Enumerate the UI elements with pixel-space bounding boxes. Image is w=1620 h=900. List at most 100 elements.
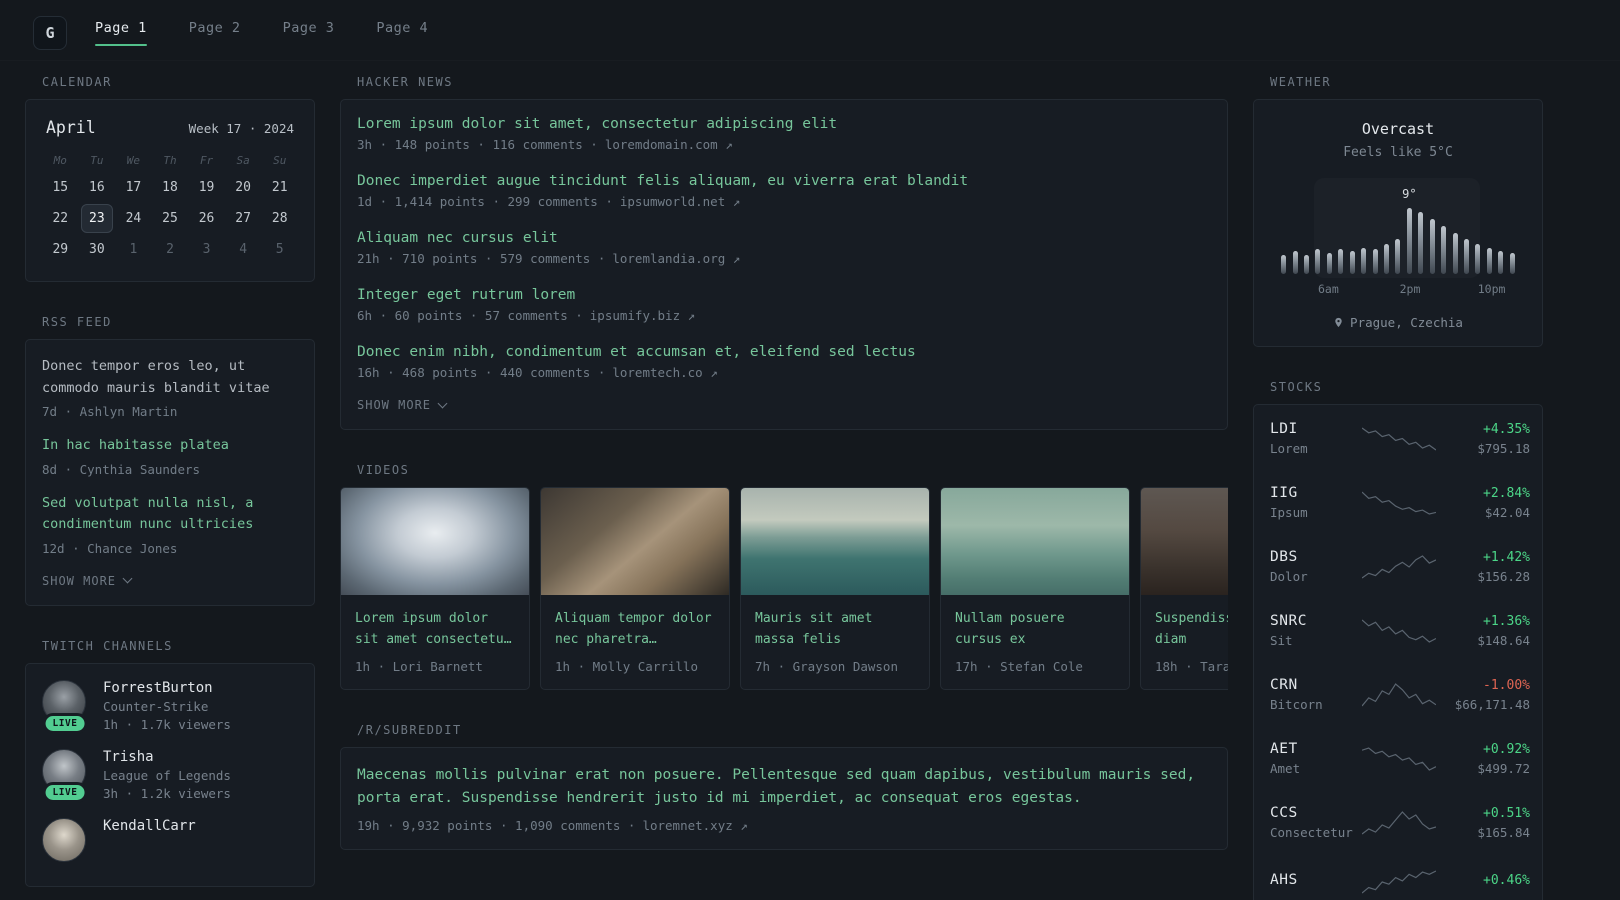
app-logo[interactable]: G [33, 16, 67, 50]
video-title[interactable]: Lorem ipsum dolor sit amet consectetu… [355, 608, 515, 651]
weather-bar [1358, 186, 1369, 274]
calendar-date: 18 [162, 180, 178, 195]
stock-values: +4.35% $795.18 [1444, 422, 1530, 456]
twitch-channel-name: KendallCarr [103, 817, 196, 834]
twitch-channel[interactable]: KendallCarr [42, 817, 298, 870]
subreddit-post-title[interactable]: Maecenas mollis pulvinar erat non posuer… [357, 764, 1211, 810]
stock-price: $795.18 [1477, 440, 1530, 456]
stock-symbol: CRN [1270, 677, 1298, 693]
calendar-date: 22 [52, 211, 69, 226]
tab-page-3[interactable]: Page 3 [283, 20, 335, 46]
calendar-day-header: We [126, 154, 141, 167]
calendar-week-year: Week 17 · 2024 [188, 121, 294, 136]
video-card[interactable]: Aliquam tempor dolor nec pharetra… 1h · … [540, 487, 730, 690]
video-card[interactable]: Lorem ipsum dolor sit amet consectetu… 1… [340, 487, 530, 690]
stock-price: $499.72 [1477, 760, 1530, 776]
weather-bar [1369, 186, 1380, 274]
stock-values: +1.42% $156.28 [1444, 550, 1530, 584]
stock-symbol: LDI [1270, 421, 1298, 437]
hn-item-title[interactable]: Donec imperdiet augue tincidunt felis al… [357, 173, 1211, 189]
subreddit-widget: /R/SUBREDDIT Maecenas mollis pulvinar er… [340, 723, 1228, 851]
stock-id: LDI Lorem [1270, 421, 1354, 456]
subreddit-box: Maecenas mollis pulvinar erat non posuer… [340, 747, 1228, 851]
stock-values: +0.46% [1444, 873, 1530, 892]
rss-item-title[interactable]: Donec tempor eros leo, ut commodo mauris… [42, 356, 298, 399]
stock-row[interactable]: AET Amet +0.92% $499.72 [1270, 741, 1530, 776]
hn-item-domain-link[interactable]: loremlandia.org ↗ [612, 251, 740, 266]
video-body: Aliquam tempor dolor nec pharetra… 1h · … [541, 595, 729, 689]
hn-item-domain-link[interactable]: ipsumify.biz ↗ [590, 308, 695, 323]
stock-row[interactable]: AHS +0.46% [1270, 869, 1530, 895]
stock-row[interactable]: LDI Lorem +4.35% $795.18 [1270, 421, 1530, 456]
hn-show-more-button[interactable]: SHOW MORE [357, 398, 448, 412]
stock-values: +1.36% $148.64 [1444, 614, 1530, 648]
video-title[interactable]: Suspendisse placerat diam [1155, 608, 1228, 651]
hn-item-domain-link[interactable]: loremtech.co ↗ [612, 365, 717, 380]
calendar-date: 1 [129, 242, 138, 257]
calendar-date: 17 [125, 180, 142, 195]
show-more-label: SHOW MORE [357, 398, 432, 412]
twitch-channel-name: Trisha [103, 748, 154, 765]
weather-bar: 9° [1402, 186, 1417, 274]
twitch-channel[interactable]: LIVE Trisha League of Legends 3h · 1.2k … [42, 748, 298, 803]
stock-row[interactable]: IIG Ipsum +2.84% $42.04 [1270, 485, 1530, 520]
twitch-channel[interactable]: LIVE ForrestBurton Counter-Strike 1h · 1… [42, 679, 298, 734]
twitch-avatar-wrap: LIVE [42, 748, 88, 803]
stock-sparkline [1362, 426, 1436, 452]
stock-change: +0.51% [1483, 805, 1530, 821]
rss-box: Donec tempor eros leo, ut commodo mauris… [25, 339, 315, 606]
video-card[interactable]: Suspendisse placerat diam 18h · Tara [1140, 487, 1228, 690]
rss-show-more-button[interactable]: SHOW MORE [42, 574, 133, 588]
weather-bar [1289, 186, 1300, 274]
calendar-box: April Week 17 · 2024 Mo Tu We Th Fr Sa Su 15 16… [25, 99, 315, 282]
tab-page-1[interactable]: Page 1 [95, 20, 147, 46]
live-badge: LIVE [42, 712, 88, 734]
hacker-news-section-title: HACKER NEWS [357, 75, 453, 89]
hn-item-domain-link[interactable]: ipsumworld.net ↗ [620, 194, 740, 209]
stock-row[interactable]: CCS Consectetur +0.51% $165.84 [1270, 805, 1530, 840]
hn-item-title[interactable]: Donec enim nibh, condimentum et accumsan… [357, 344, 1211, 360]
calendar-widget: CALENDAR April Week 17 · 2024 Mo Tu We Th Fr… [25, 75, 315, 282]
video-thumbnail [541, 488, 729, 595]
video-title[interactable]: Nullam posuere cursus ex [955, 608, 1115, 651]
hn-item-title[interactable]: Aliquam nec cursus elit [357, 230, 1211, 246]
tab-page-4[interactable]: Page 4 [376, 20, 428, 46]
rss-item-meta: 8d · Cynthia Saunders [42, 461, 201, 477]
stock-price: $42.04 [1484, 504, 1530, 520]
videos-section-title: VIDEOS [357, 463, 410, 477]
rss-item: In hac habitasse platea 8d · Cynthia Sau… [42, 435, 298, 477]
hacker-news-box: Lorem ipsum dolor sit amet, consectetur … [340, 99, 1228, 430]
calendar-date: 5 [275, 242, 284, 257]
video-card[interactable]: Nullam posuere cursus ex 17h · Stefan Co… [940, 487, 1130, 690]
video-title[interactable]: Mauris sit amet massa felis [755, 608, 915, 651]
avatar [42, 817, 86, 862]
stock-id: AET Amet [1270, 741, 1354, 776]
video-thumbnail [741, 488, 929, 595]
subreddit-post-domain-link[interactable]: loremnet.xyz ↗ [642, 818, 747, 833]
calendar-date-selected: 23 [80, 204, 114, 233]
calendar-grid: 15 16 17 18 19 20 21 22 23 24 25 26 27 28 29 30 1 2 3 4 5 [42, 172, 298, 265]
hacker-news-widget: HACKER NEWS Lorem ipsum dolor sit amet, … [340, 75, 1228, 430]
stock-row[interactable]: DBS Dolor +1.42% $156.28 [1270, 549, 1530, 584]
hn-item-title[interactable]: Integer eget rutrum lorem [357, 287, 1211, 303]
video-card[interactable]: Mauris sit amet massa felis 7h · Grayson… [740, 487, 930, 690]
top-nav: G Page 1 Page 2 Page 3 Page 4 [0, 0, 1620, 61]
stock-id: IIG Ipsum [1270, 485, 1354, 520]
video-body: Nullam posuere cursus ex 17h · Stefan Co… [941, 595, 1129, 689]
stock-row[interactable]: CRN Bitcorn -1.00% $66,171.48 [1270, 677, 1530, 712]
twitch-channel-info: Trisha League of Legends 3h · 1.2k viewe… [103, 749, 231, 801]
rss-item-title[interactable]: Sed volutpat nulla nisl, a condimentum n… [42, 493, 298, 536]
twitch-channel-info: KendallCarr [103, 818, 196, 834]
stock-row[interactable]: SNRC Sit +1.36% $148.64 [1270, 613, 1530, 648]
hn-item-title[interactable]: Lorem ipsum dolor sit amet, consectetur … [357, 116, 1211, 132]
hn-item: Lorem ipsum dolor sit amet, consectetur … [357, 116, 1211, 152]
stock-change: +0.46% [1483, 872, 1530, 888]
calendar-header: April Week 17 · 2024 [46, 118, 294, 137]
tab-page-2[interactable]: Page 2 [189, 20, 241, 46]
hn-item-domain-link[interactable]: loremdomain.com ↗ [605, 137, 733, 152]
rss-item-title[interactable]: In hac habitasse platea [42, 435, 298, 457]
stock-values: +0.51% $165.84 [1444, 806, 1530, 840]
video-title[interactable]: Aliquam tempor dolor nec pharetra… [555, 608, 715, 651]
rss-item: Donec tempor eros leo, ut commodo mauris… [42, 356, 298, 419]
hn-item-stats: 16h · 468 points · 440 comments · [357, 365, 606, 380]
